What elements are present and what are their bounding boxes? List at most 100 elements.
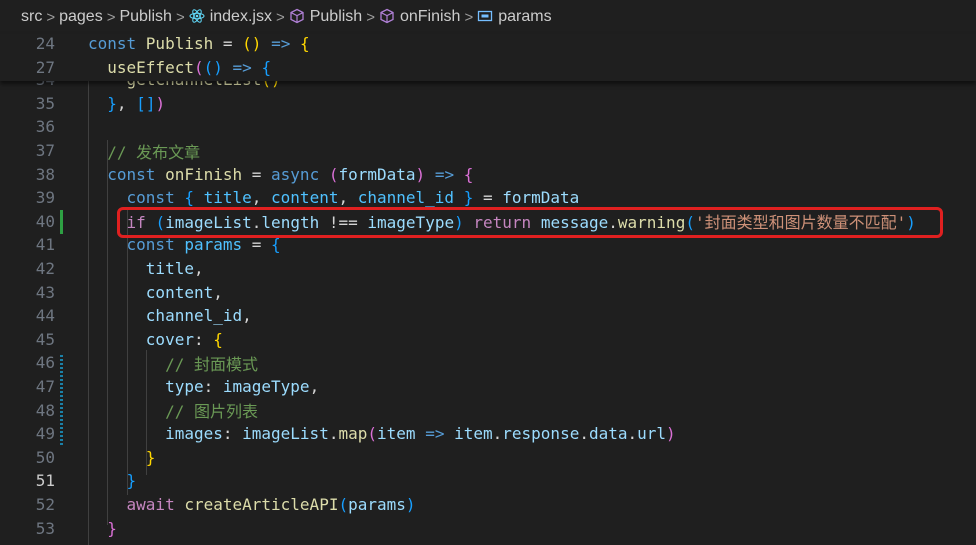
breadcrumb-item-publish[interactable]: Publish bbox=[289, 8, 362, 27]
code-line[interactable]: 38 const onFinish = async (formData) => … bbox=[0, 162, 976, 186]
code-token: { bbox=[271, 235, 281, 255]
code-token: const bbox=[126, 235, 185, 255]
breadcrumb-item-params[interactable]: params bbox=[477, 8, 552, 27]
code-token: ( bbox=[338, 495, 349, 515]
code-token: Publish bbox=[145, 34, 214, 54]
symbol-method-icon bbox=[289, 8, 310, 27]
code-token: response bbox=[502, 424, 580, 444]
code-editor[interactable]: 34 getChannelList()35 }, [])3637 // 发布文章… bbox=[0, 0, 976, 545]
code-token: , bbox=[338, 188, 358, 208]
code-text: const { title, content, channel_id } = f… bbox=[88, 188, 580, 208]
code-line[interactable]: 50 } bbox=[0, 446, 976, 470]
code-text: // 封面模式 bbox=[88, 351, 258, 375]
sticky-scroll-header[interactable]: 24 const Publish = () => {27 useEffect(()… bbox=[0, 34, 976, 81]
breadcrumb-label: onFinish bbox=[399, 8, 461, 25]
code-line[interactable]: 53 } bbox=[0, 516, 976, 540]
code-token: => bbox=[232, 57, 252, 77]
code-token: , bbox=[242, 306, 252, 326]
code-text: const params = { bbox=[88, 235, 281, 254]
breadcrumb-item-pages[interactable]: pages bbox=[59, 8, 103, 26]
code-token: params bbox=[348, 495, 406, 515]
code-text: // 图片列表 bbox=[88, 398, 258, 422]
code-token: => bbox=[425, 424, 445, 444]
code-token: const bbox=[88, 34, 146, 54]
code-text: }, []) bbox=[88, 94, 165, 113]
breadcrumb-separator: > bbox=[275, 8, 285, 26]
code-line[interactable]: 44 channel_id, bbox=[0, 304, 976, 328]
breadcrumb-label: Publish bbox=[119, 8, 172, 25]
code-line[interactable]: 36 bbox=[0, 115, 976, 139]
code-text: await createArticleAPI(params) bbox=[88, 495, 416, 514]
breadcrumb[interactable]: src > pages > Publish > index.jsx > Publish > onFi… bbox=[0, 0, 976, 34]
code-token: } bbox=[126, 471, 137, 491]
breadcrumb-item-publish[interactable]: Publish bbox=[119, 8, 171, 26]
line-number: 41 bbox=[35, 235, 55, 255]
code-token: { bbox=[261, 57, 272, 77]
code-line[interactable]: 49 images: imageList.map(item => item.re… bbox=[0, 422, 976, 446]
code-text: title, bbox=[88, 259, 204, 278]
breadcrumb-item-onfinish[interactable]: onFinish bbox=[379, 8, 460, 27]
symbol-method-icon bbox=[379, 8, 400, 27]
code-token: channel_id bbox=[145, 306, 243, 326]
code-text: content, bbox=[88, 283, 223, 302]
code-line[interactable]: 45 cover: { bbox=[0, 328, 976, 352]
code-token: , bbox=[309, 377, 320, 397]
code-line[interactable]: 27 useEffect(() => { bbox=[0, 56, 976, 80]
line-number: 38 bbox=[35, 164, 55, 184]
code-line[interactable]: 43 content, bbox=[0, 280, 976, 304]
line-number: 44 bbox=[35, 306, 55, 326]
code-text: } bbox=[88, 471, 137, 491]
code-text: channel_id, bbox=[88, 306, 252, 325]
code-line[interactable]: 47 type: imageType, bbox=[0, 375, 976, 399]
line-number: 40 bbox=[35, 211, 55, 231]
code-token: createArticleAPI bbox=[184, 495, 339, 515]
code-token: formData bbox=[338, 164, 416, 184]
code-token: ) bbox=[251, 34, 262, 54]
breadcrumb-item-index-jsx[interactable]: index.jsx bbox=[189, 8, 272, 27]
code-token: title bbox=[203, 188, 252, 208]
code-token: channel_id bbox=[357, 188, 455, 208]
line-number: 35 bbox=[35, 93, 55, 113]
line-number: 53 bbox=[35, 518, 55, 538]
breadcrumb-label: src bbox=[21, 8, 43, 25]
code-token: item bbox=[454, 424, 493, 444]
code-line[interactable]: 37 // 发布文章 bbox=[0, 139, 976, 163]
highlight-annotation-box bbox=[117, 207, 943, 238]
code-token: , bbox=[193, 259, 204, 279]
code-line[interactable]: 46 // 封面模式 bbox=[0, 351, 976, 375]
code-token: ) bbox=[213, 57, 223, 77]
code-token: // 封面模式 bbox=[165, 354, 258, 374]
code-token: : bbox=[193, 329, 214, 349]
breadcrumb-item-src[interactable]: src bbox=[21, 8, 42, 26]
code-text: } bbox=[88, 448, 156, 467]
code-token: content bbox=[271, 188, 339, 208]
code-line[interactable]: 48 // 图片列表 bbox=[0, 398, 976, 422]
line-number: 39 bbox=[35, 188, 55, 208]
breadcrumb-label: params bbox=[498, 8, 552, 25]
breadcrumb-label: pages bbox=[59, 8, 103, 25]
react-icon bbox=[189, 8, 210, 27]
code-line[interactable]: 42 title, bbox=[0, 257, 976, 281]
code-token: { bbox=[299, 34, 310, 54]
code-token: // 发布文章 bbox=[107, 142, 201, 162]
code-line[interactable]: 52 await createArticleAPI(params) bbox=[0, 493, 976, 517]
code-token: = bbox=[242, 164, 272, 184]
code-token: ] bbox=[145, 93, 156, 113]
code-line[interactable]: 24 const Publish = () => { bbox=[0, 32, 976, 56]
code-token: const bbox=[126, 188, 185, 208]
breadcrumb-separator: > bbox=[175, 8, 185, 26]
code-token: async bbox=[271, 164, 329, 184]
code-line[interactable]: 51 } bbox=[0, 469, 976, 493]
code-text: type: imageType, bbox=[88, 377, 319, 396]
code-token: params bbox=[184, 235, 243, 255]
code-line[interactable]: 35 }, []) bbox=[0, 92, 976, 116]
